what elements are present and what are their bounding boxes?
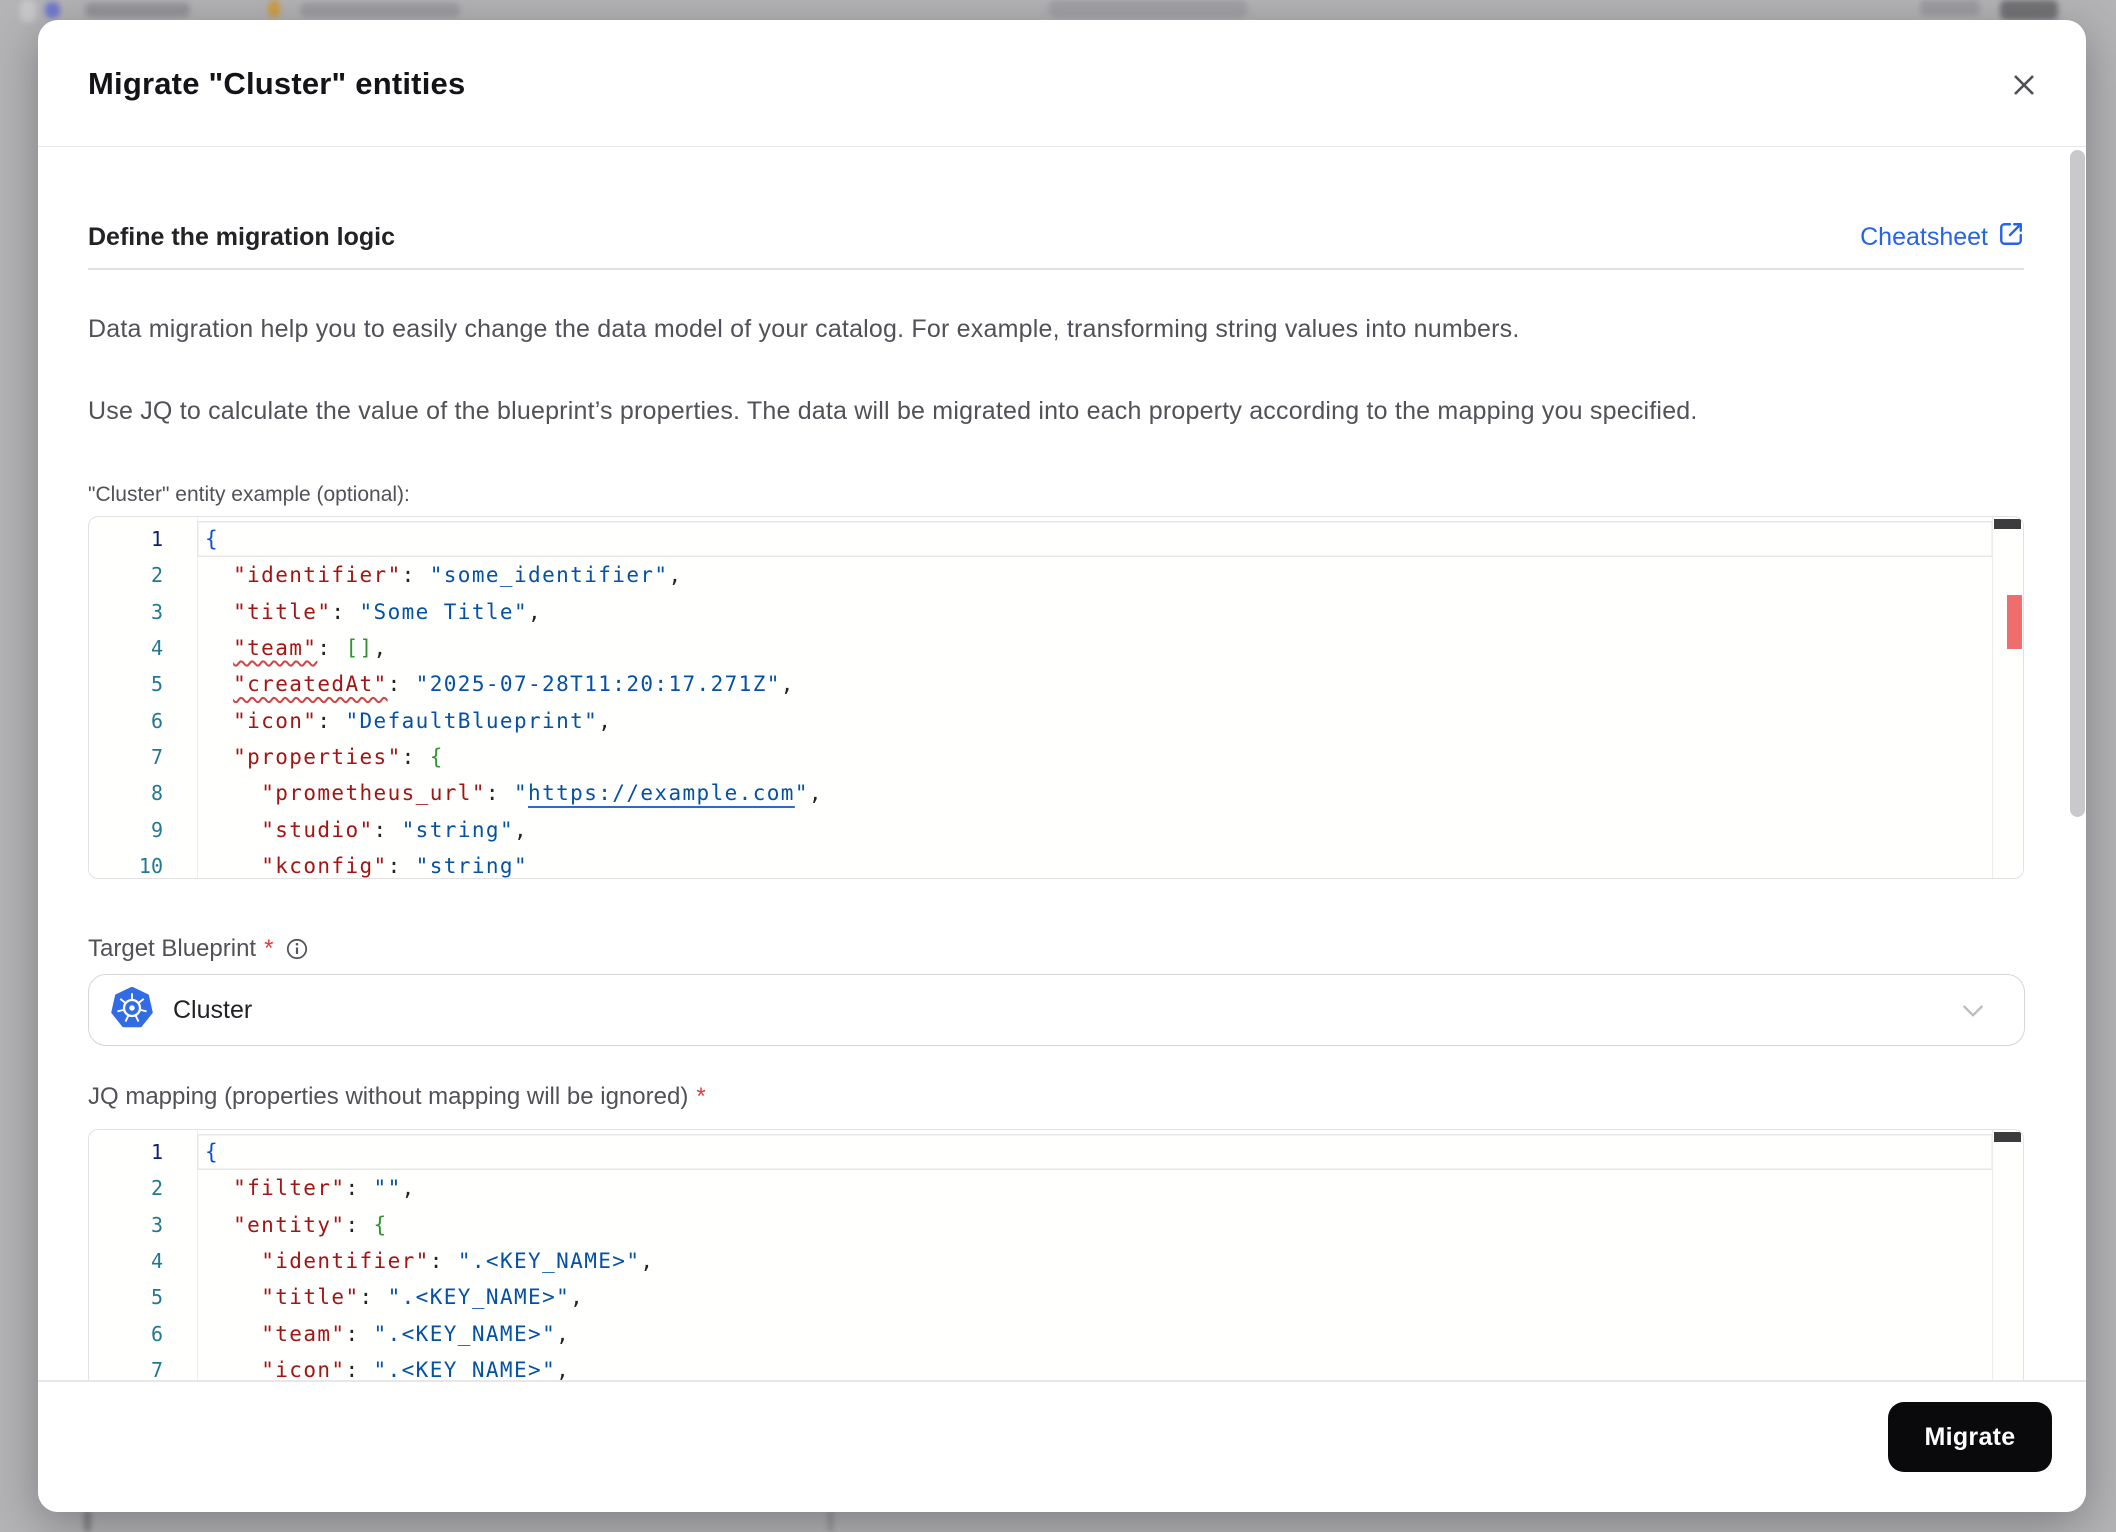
code-line-content: "icon": ".<KEY_NAME>", xyxy=(261,1357,571,1380)
line-number: 3 xyxy=(150,1212,163,1237)
line-number: 1 xyxy=(150,1140,163,1165)
line-number: 3 xyxy=(150,599,163,624)
target-blueprint-value: Cluster xyxy=(173,995,253,1024)
backdrop-text-mid xyxy=(300,3,460,17)
kubernetes-icon xyxy=(111,986,153,1034)
cheatsheet-link[interactable]: Cheatsheet xyxy=(1860,221,2024,254)
code-line[interactable]: 10 "kconfig": "string" xyxy=(89,848,2023,878)
target-blueprint-select[interactable]: Cluster xyxy=(88,974,2025,1046)
dialog-header: Migrate "Cluster" entities xyxy=(38,20,2086,147)
code-line[interactable]: 2 "filter": "", xyxy=(89,1170,2023,1206)
line-number: 7 xyxy=(150,1357,163,1380)
code-line-content: "team": [], xyxy=(233,636,388,661)
code-line-content: { xyxy=(197,521,1993,557)
line-number: 2 xyxy=(150,563,163,588)
code-line[interactable]: 2 "identifier": "some_identifier", xyxy=(89,557,2023,593)
section-divider xyxy=(88,268,2024,270)
line-number: 10 xyxy=(138,853,163,878)
code-line-content: "title": "Some Title", xyxy=(233,599,543,624)
editor-error-marker xyxy=(2007,595,2022,649)
editor-scrollbar-thumb[interactable] xyxy=(1994,519,2021,529)
code-line-content: "studio": "string", xyxy=(261,817,529,842)
close-icon xyxy=(2009,70,2039,105)
code-line-content: "createdAt": "2025-07-28T11:20:17.271Z", xyxy=(233,672,795,697)
code-line[interactable]: 3 "title": "Some Title", xyxy=(89,594,2023,630)
code-line-content: "icon": "DefaultBlueprint", xyxy=(233,708,613,733)
code-line[interactable]: 4 "team": [], xyxy=(89,630,2023,666)
entity-example-code-editor[interactable]: 1{2 "identifier": "some_identifier", 3 "t… xyxy=(88,516,2024,879)
editor-scrollbar-thumb[interactable] xyxy=(1994,1132,2021,1142)
code-line[interactable]: 5 "createdAt": "2025-07-28T11:20:17.271Z… xyxy=(89,666,2023,702)
chevron-down-icon xyxy=(1960,1001,1986,1026)
required-asterisk: * xyxy=(264,935,274,962)
migrate-button[interactable]: Migrate xyxy=(1888,1402,2052,1472)
info-icon[interactable] xyxy=(285,937,309,961)
backdrop-sidebar-edge xyxy=(20,0,36,22)
backdrop-app-icon-blue xyxy=(45,2,60,18)
backdrop-bottom-line-1 xyxy=(84,1510,91,1532)
code-line-content: "title": ".<KEY_NAME>", xyxy=(261,1285,585,1310)
section-heading: Define the migration logic xyxy=(88,222,395,251)
code-line[interactable]: 3 "entity": { xyxy=(89,1207,2023,1243)
code-line-content: "prometheus_url": " https://example.com ", xyxy=(261,781,823,806)
code-line-content: "team": ".<KEY_NAME>", xyxy=(261,1321,571,1346)
dialog-body: Define the migration logic Cheatsheet Da… xyxy=(38,147,2086,1380)
line-number: 7 xyxy=(150,744,163,769)
line-number: 2 xyxy=(150,1176,163,1201)
line-number: 5 xyxy=(150,1285,163,1310)
jq-mapping-label: JQ mapping (properties without mapping w… xyxy=(88,1083,706,1110)
line-number: 4 xyxy=(150,1249,163,1274)
line-number: 5 xyxy=(150,672,163,697)
line-number: 6 xyxy=(150,708,163,733)
backdrop-search-pill xyxy=(1048,0,1248,18)
required-asterisk: * xyxy=(696,1083,706,1110)
line-number: 1 xyxy=(150,527,163,552)
description-paragraph-1: Data migration help you to easily change… xyxy=(88,315,1520,343)
code-line-content: "entity": { xyxy=(233,1212,388,1237)
code-line-content: { xyxy=(197,1134,1993,1170)
external-link-icon xyxy=(1998,221,2024,254)
code-line[interactable]: 1{ xyxy=(89,521,2023,557)
target-blueprint-label: Target Blueprint * xyxy=(88,935,309,963)
line-number: 6 xyxy=(150,1321,163,1346)
dialog-title: Migrate "Cluster" entities xyxy=(88,65,466,101)
code-line-content: "kconfig": "string" xyxy=(261,853,529,878)
description-paragraph-2: Use JQ to calculate the value of the blu… xyxy=(88,397,1698,425)
code-line[interactable]: 5 "title": ".<KEY_NAME>", xyxy=(89,1279,2023,1315)
backdrop-bottom-line-2 xyxy=(828,1510,833,1532)
backdrop-text-left xyxy=(85,3,190,17)
code-line[interactable]: 8 "prometheus_url": " https://example.com… xyxy=(89,775,2023,811)
entity-example-label: "Cluster" entity example (optional): xyxy=(88,483,410,506)
line-number: 4 xyxy=(150,636,163,661)
jq-mapping-code-editor[interactable]: 1{2 "filter": "", 3 "entity": {4 "identif… xyxy=(88,1129,2024,1380)
code-line-content: "filter": "", xyxy=(233,1176,416,1201)
line-number: 9 xyxy=(150,817,163,842)
dialog-scrollbar-thumb[interactable] xyxy=(2070,150,2085,817)
code-line[interactable]: 6 "icon": "DefaultBlueprint", xyxy=(89,702,2023,738)
close-button[interactable] xyxy=(2008,71,2040,103)
line-number: 8 xyxy=(150,781,163,806)
code-line-content: "identifier": ".<KEY_NAME>", xyxy=(261,1249,655,1274)
code-line[interactable]: 1{ xyxy=(89,1134,2023,1170)
backdrop-right-icons xyxy=(1920,0,1980,16)
dialog-footer: Migrate xyxy=(38,1380,2086,1512)
code-line[interactable]: 7 "properties": { xyxy=(89,739,2023,775)
code-line[interactable]: 4 "identifier": ".<KEY_NAME>", xyxy=(89,1243,2023,1279)
code-line-content: "identifier": "some_identifier", xyxy=(233,563,683,588)
code-line[interactable]: 6 "team": ".<KEY_NAME>", xyxy=(89,1315,2023,1351)
backdrop-app-icon-yellow xyxy=(268,0,280,18)
backdrop-right-dark xyxy=(2000,0,2058,20)
code-line[interactable]: 7 "icon": ".<KEY_NAME>", xyxy=(89,1352,2023,1380)
code-line-content: "properties": { xyxy=(233,744,444,769)
migrate-entities-dialog: Migrate "Cluster" entities Define the mi… xyxy=(38,20,2086,1512)
cheatsheet-label: Cheatsheet xyxy=(1860,222,1988,251)
code-line[interactable]: 9 "studio": "string", xyxy=(89,811,2023,847)
